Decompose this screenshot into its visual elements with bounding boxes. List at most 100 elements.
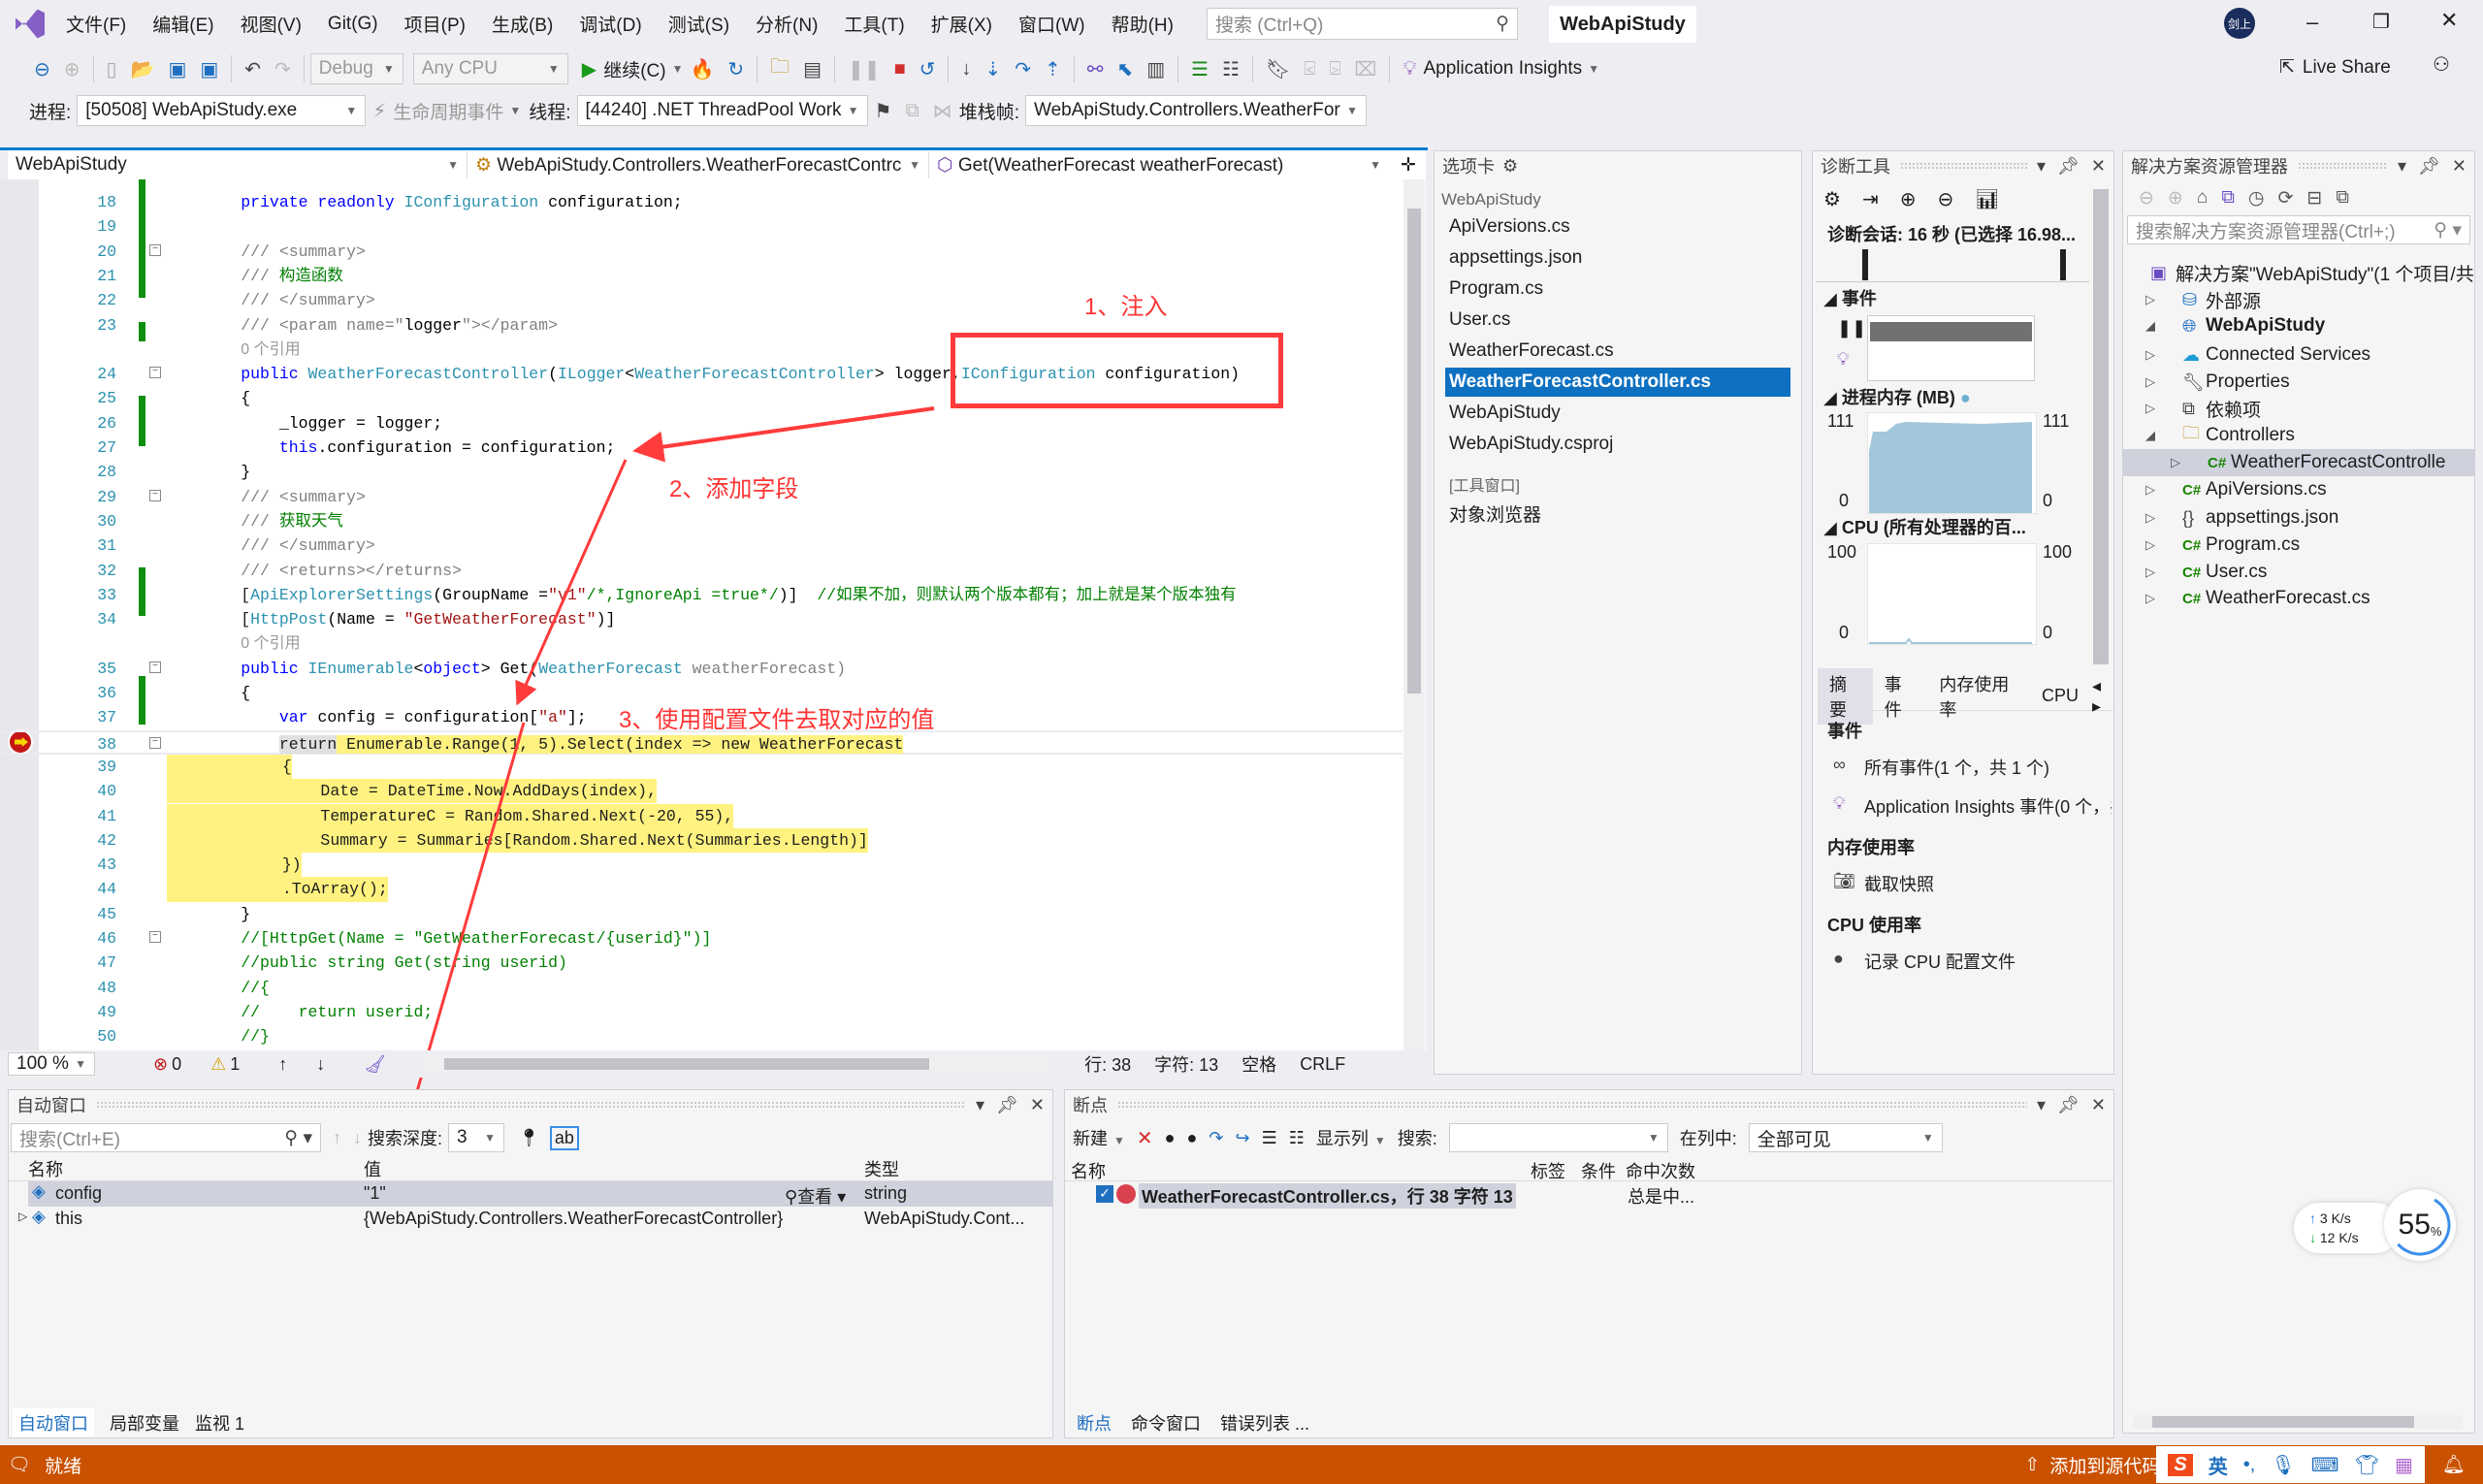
- export-icon[interactable]: ⇥: [1862, 187, 1879, 211]
- menu-item-3[interactable]: Git(G): [328, 14, 378, 35]
- col-name[interactable]: 名称: [1071, 1158, 1106, 1183]
- expand-arrow-icon[interactable]: ▷: [2145, 510, 2155, 526]
- thread-dropdown[interactable]: [44240] .NET ThreadPool Worke ▼: [576, 95, 868, 126]
- hex-display-icon[interactable]: ⚯: [1087, 57, 1104, 81]
- zoom-in-icon[interactable]: ⊕: [1900, 187, 1917, 211]
- menu-item-8[interactable]: 分析(N): [756, 11, 818, 37]
- switch-icon[interactable]: ⋈: [933, 99, 952, 123]
- view-as-text-icon[interactable]: ab: [549, 1125, 579, 1150]
- tree-node[interactable]: ▣ 解决方案"WebApiStudy"(1 个项目/共: [2123, 259, 2474, 286]
- comment-icon[interactable]: ☷: [1222, 57, 1240, 81]
- pin-icon[interactable]: 📌︎: [2418, 156, 2440, 177]
- diag-tab[interactable]: 事件: [1873, 668, 1928, 725]
- tree-node[interactable]: ◢ 🗀 Controllers: [2123, 422, 2474, 449]
- col-label[interactable]: 标签: [1531, 1158, 1565, 1183]
- class-dropdown[interactable]: ⚙ WebApiStudy.Controllers.WeatherForecas…: [468, 151, 929, 178]
- window-layout-icon[interactable]: ▤: [803, 57, 822, 81]
- tab-item[interactable]: appsettings.json: [1445, 243, 1790, 273]
- bp-tab[interactable]: 断点: [1077, 1410, 1112, 1436]
- tree-node[interactable]: ▷ ☁ Connected Services: [2123, 341, 2474, 369]
- redo-icon[interactable]: ↷: [274, 57, 291, 81]
- code-line[interactable]: 43 }): [0, 853, 1403, 878]
- col-name[interactable]: 名称: [28, 1156, 63, 1181]
- stack-frame-dropdown[interactable]: WebApiStudy.Controllers.WeatherFore ▼: [1025, 95, 1368, 126]
- layout-icon[interactable]: ▥: [1146, 57, 1165, 81]
- dropdown-icon[interactable]: ▾: [2037, 1095, 2046, 1115]
- expand-arrow-icon[interactable]: ◢: [2145, 318, 2155, 334]
- step-out-icon[interactable]: ⇡: [1045, 57, 1061, 81]
- save-icon[interactable]: ▣: [168, 57, 186, 81]
- menu-item-7[interactable]: 测试(S): [668, 11, 729, 37]
- platform-dropdown[interactable]: Any CPU ▼: [412, 53, 568, 84]
- expand-arrow-icon[interactable]: ▷: [2145, 537, 2155, 553]
- keyboard-icon[interactable]: ⌨: [2311, 1453, 2339, 1477]
- code-line[interactable]: 48 //{: [0, 976, 1403, 1000]
- expand-arrow-icon[interactable]: ▷: [2145, 565, 2155, 580]
- open-file-icon[interactable]: 📂: [131, 57, 155, 81]
- expand-arrow-icon[interactable]: ▷: [2145, 347, 2155, 363]
- bp-tab[interactable]: 命令窗口: [1131, 1410, 1201, 1436]
- back-icon[interactable]: ⊖: [2139, 187, 2154, 210]
- code-line[interactable]: 30 /// 获取天气: [0, 509, 1403, 533]
- autos-row[interactable]: ▷ ◈ this {WebApiStudy.Controllers.WeatherFo…: [9, 1207, 1052, 1232]
- collapse-all-icon[interactable]: ⊟: [2306, 187, 2322, 210]
- code-line[interactable]: 19: [0, 214, 1403, 239]
- new-breakpoint-button[interactable]: 新建 ▼: [1073, 1125, 1125, 1150]
- code-line[interactable]: 42 Summary = Summaries[Random.Shared.Nex…: [0, 827, 1403, 854]
- ime-language-toggle[interactable]: 英: [2209, 1451, 2228, 1479]
- tree-node[interactable]: ◢ 🌐︎ WebApiStudy: [2123, 312, 2474, 339]
- select-element-icon[interactable]: ⬉: [1116, 57, 1133, 81]
- skin-icon[interactable]: 👕︎: [2355, 1453, 2379, 1477]
- diag-scrollbar[interactable]: [2093, 189, 2109, 664]
- diag-item[interactable]: 记录 CPU 配置文件: [1864, 949, 2112, 974]
- tree-node[interactable]: ▷ ⛁ 外部源: [2123, 286, 2474, 313]
- tab-item[interactable]: WeatherForecastController.cs: [1445, 368, 1790, 397]
- indent-icon[interactable]: ☰: [1191, 57, 1209, 81]
- view-button[interactable]: ⚲查看 ▾: [785, 1183, 846, 1209]
- split-icon[interactable]: ✛: [1401, 154, 1416, 177]
- global-search-input[interactable]: 搜索 (Ctrl+Q) ⚲: [1207, 8, 1518, 40]
- pin-column-icon[interactable]: 📍︎: [518, 1128, 540, 1148]
- pending-changes-icon[interactable]: ◷: [2248, 187, 2265, 210]
- scrollbar-thumb[interactable]: [1407, 209, 1421, 694]
- next-issue-icon[interactable]: ↓: [316, 1054, 325, 1075]
- breakpoint-checkbox[interactable]: ✓: [1096, 1185, 1113, 1203]
- error-icon[interactable]: ⊗: [153, 1054, 168, 1075]
- solution-search-input[interactable]: 搜索解决方案资源管理器(Ctrl+;) ⚲ ▾: [2127, 215, 2470, 244]
- toggle-all-icon[interactable]: ●: [1187, 1128, 1198, 1148]
- menu-item-4[interactable]: 项目(P): [404, 11, 466, 37]
- diag-tab[interactable]: 摘要: [1818, 667, 1873, 725]
- configuration-dropdown[interactable]: Debug ▼: [309, 53, 403, 84]
- forward-icon[interactable]: ⊕: [64, 57, 81, 81]
- expand-arrow-icon[interactable]: ▷: [2145, 591, 2155, 606]
- tree-node[interactable]: ▷ C# WeatherForecast.cs: [2123, 585, 2474, 612]
- autos-tab[interactable]: 自动窗口: [13, 1408, 94, 1437]
- switch-views-icon[interactable]: ⧉: [2221, 187, 2235, 209]
- diag-tab[interactable]: 内存使用率: [1927, 668, 2030, 725]
- application-insights-button[interactable]: Application Insights: [1423, 58, 1582, 80]
- process-dropdown[interactable]: [50508] WebApiStudy.exe ▼: [77, 95, 367, 126]
- lifecycle-events-button[interactable]: 生命周期事件: [393, 98, 503, 124]
- menu-item-12[interactable]: 帮助(H): [1112, 11, 1174, 37]
- vertical-scrollbar[interactable]: [1403, 179, 1425, 1050]
- back-icon[interactable]: ⊖: [34, 57, 50, 81]
- horizontal-scrollbar[interactable]: [425, 1057, 1047, 1071]
- collapse-icon[interactable]: −: [149, 736, 161, 749]
- sync-icon[interactable]: ⟳: [2278, 187, 2294, 210]
- close-icon[interactable]: ✕: [2091, 156, 2106, 177]
- bp-search-input[interactable]: ▼: [1448, 1123, 1668, 1152]
- expand-arrow-icon[interactable]: ▷: [18, 1210, 27, 1223]
- tree-node[interactable]: ▷ C# User.cs: [2123, 559, 2474, 586]
- close-icon[interactable]: ✕: [2452, 156, 2467, 177]
- columns-button[interactable]: 显示列 ▼: [1316, 1125, 1386, 1150]
- menu-item-0[interactable]: 文件(F): [66, 11, 126, 37]
- flag-icon[interactable]: ⚑: [875, 99, 892, 123]
- code-line[interactable]: 0 个引用: [0, 631, 1403, 656]
- code-line[interactable]: 47 //public string Get(string userid): [0, 951, 1403, 975]
- tree-node[interactable]: ▷ C# WeatherForecastControlle: [2123, 449, 2474, 476]
- code-line[interactable]: 35 public IEnumerable<object> Get(Weathe…: [0, 657, 1403, 681]
- breakpoint-location[interactable]: WeatherForecastController.cs，行 38 字符 13: [1139, 1183, 1516, 1209]
- forward-icon[interactable]: ⊕: [2168, 187, 2183, 210]
- code-line[interactable]: 41 TemperatureC = Random.Shared.Next(-20…: [0, 803, 1403, 828]
- search-prev-icon[interactable]: ↑: [333, 1128, 341, 1148]
